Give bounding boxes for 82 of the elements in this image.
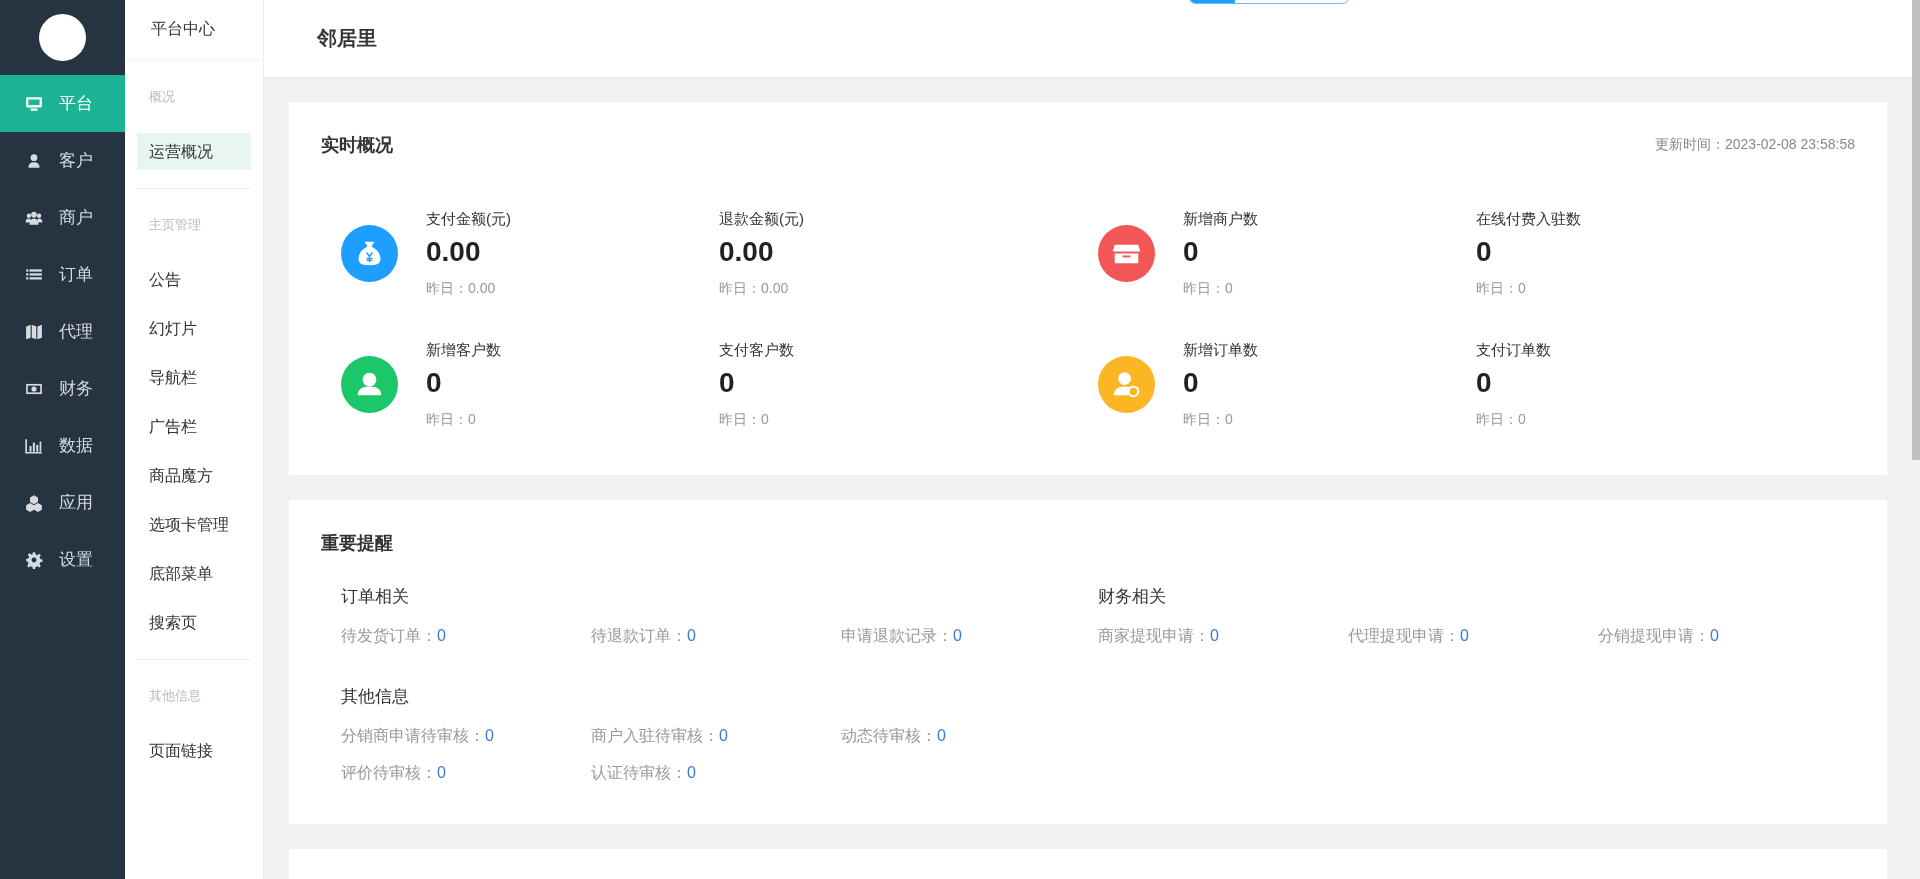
- reminder-label: 代理提现申请：: [1348, 627, 1460, 644]
- reminder-label: 分销提现申请：: [1598, 627, 1710, 644]
- stat-value: 0: [719, 366, 736, 400]
- yesterday-value: 昨日：0: [719, 410, 770, 429]
- map-icon: [25, 322, 43, 341]
- stat-value: 0: [426, 366, 443, 400]
- stat-label: 退款金额(元): [719, 209, 805, 229]
- reminder-count-link[interactable]: 0: [953, 627, 962, 644]
- reminder-count-link[interactable]: 0: [1460, 627, 1469, 644]
- yesterday-value: 昨日：0: [1476, 410, 1527, 429]
- reminder-label: 评价待审核：: [341, 764, 437, 781]
- stat-label: 新增订单数: [1183, 340, 1259, 360]
- menu-item[interactable]: 底部菜单: [137, 555, 251, 592]
- reminder-label: 商户入驻待审核：: [591, 727, 719, 744]
- menu-item[interactable]: 选项卡管理: [137, 506, 251, 543]
- yesterday-value: 昨日：0: [426, 410, 477, 429]
- menu-item[interactable]: 公告: [137, 261, 251, 298]
- user-icon: [25, 151, 43, 170]
- update-time: 更新时间：2023-02-08 23:58:58: [1655, 136, 1855, 154]
- menu-item[interactable]: 幻灯片: [137, 310, 251, 347]
- section-title: 财务相关: [1098, 586, 1167, 608]
- sidebar-item[interactable]: 客户: [0, 132, 125, 189]
- menu-item[interactable]: 导航栏: [137, 359, 251, 396]
- yesterday-value: 昨日：0.00: [719, 279, 790, 298]
- reminder-count-link[interactable]: 0: [1710, 627, 1719, 644]
- stat-value: 0: [1476, 235, 1493, 269]
- reminder-label: 商家提现申请：: [1098, 627, 1210, 644]
- reminder-count-link[interactable]: 0: [937, 727, 946, 744]
- reminder-label: 分销商申请待审核：: [341, 727, 485, 744]
- yesterday-value: 昨日：0.00: [426, 279, 497, 298]
- stat-value: 0: [1476, 366, 1493, 400]
- section-heading: 其他信息: [148, 688, 202, 704]
- reminder-label: 认证待审核：: [591, 764, 687, 781]
- sidebar-item[interactable]: 财务: [0, 360, 125, 417]
- reminder-count-link[interactable]: 0: [485, 727, 494, 744]
- bar-chart-icon: [25, 436, 43, 455]
- stat-value: 0.00: [426, 235, 482, 269]
- stat-label: 支付客户数: [719, 340, 795, 360]
- reminder-count-link[interactable]: 0: [437, 627, 446, 644]
- menu-item[interactable]: 商品魔方: [137, 457, 251, 494]
- section-title: 其他信息: [341, 686, 410, 708]
- sidebar-item[interactable]: 应用: [0, 474, 125, 531]
- stat-label: 新增商户数: [1183, 209, 1259, 229]
- sidebar-title: 平台中心: [125, 0, 263, 61]
- stat-value: 0: [1183, 366, 1200, 400]
- stat-value: 0.00: [719, 235, 775, 269]
- stat-label: 新增客户数: [426, 340, 502, 360]
- reminder-label: 待发货订单：: [341, 627, 437, 644]
- sidebar-item[interactable]: 代理: [0, 303, 125, 360]
- menu-item[interactable]: 运营概况: [137, 133, 251, 170]
- menu-item[interactable]: 页面链接: [137, 732, 251, 769]
- section-heading: 主页管理: [148, 217, 202, 233]
- reminder-count-link[interactable]: 0: [687, 764, 696, 781]
- stat-value: 0: [1183, 235, 1200, 269]
- stat-label: 支付订单数: [1476, 340, 1552, 360]
- sidebar-item[interactable]: 数据: [0, 417, 125, 474]
- stat-label: 支付金额(元): [426, 209, 512, 229]
- sidebar-item[interactable]: 商户: [0, 189, 125, 246]
- yesterday-value: 昨日：0: [1183, 279, 1234, 298]
- reminder-count-link[interactable]: 0: [719, 727, 728, 744]
- section-heading: 概况: [148, 89, 176, 105]
- yesterday-value: 昨日：0: [1183, 410, 1234, 429]
- yesterday-value: 昨日：0: [1476, 279, 1527, 298]
- sidebar-item[interactable]: 订单: [0, 246, 125, 303]
- monitor-icon: [25, 94, 43, 113]
- reminder-label: 待退款订单：: [591, 627, 687, 644]
- reminder-count-link[interactable]: 0: [437, 764, 446, 781]
- logo-avatar: [39, 14, 86, 61]
- sidebar-item[interactable]: 设置: [0, 531, 125, 588]
- cubes-icon: [25, 493, 43, 512]
- menu-item[interactable]: 广告栏: [137, 408, 251, 445]
- reminder-label: 动态待审核：: [841, 727, 937, 744]
- reminder-count-link[interactable]: 0: [1210, 627, 1219, 644]
- settings-icon: [25, 550, 43, 569]
- section-title: 订单相关: [341, 586, 410, 608]
- card-title: 重要提醒: [321, 532, 394, 555]
- card-title: 实时概况: [321, 134, 393, 157]
- reminder-count-link[interactable]: 0: [687, 627, 696, 644]
- reminder-label: 申请退款记录：: [841, 627, 953, 644]
- page-title: 邻居里: [317, 26, 377, 51]
- stat-label: 在线付费入驻数: [1476, 209, 1582, 229]
- menu-item[interactable]: 搜索页: [137, 604, 251, 641]
